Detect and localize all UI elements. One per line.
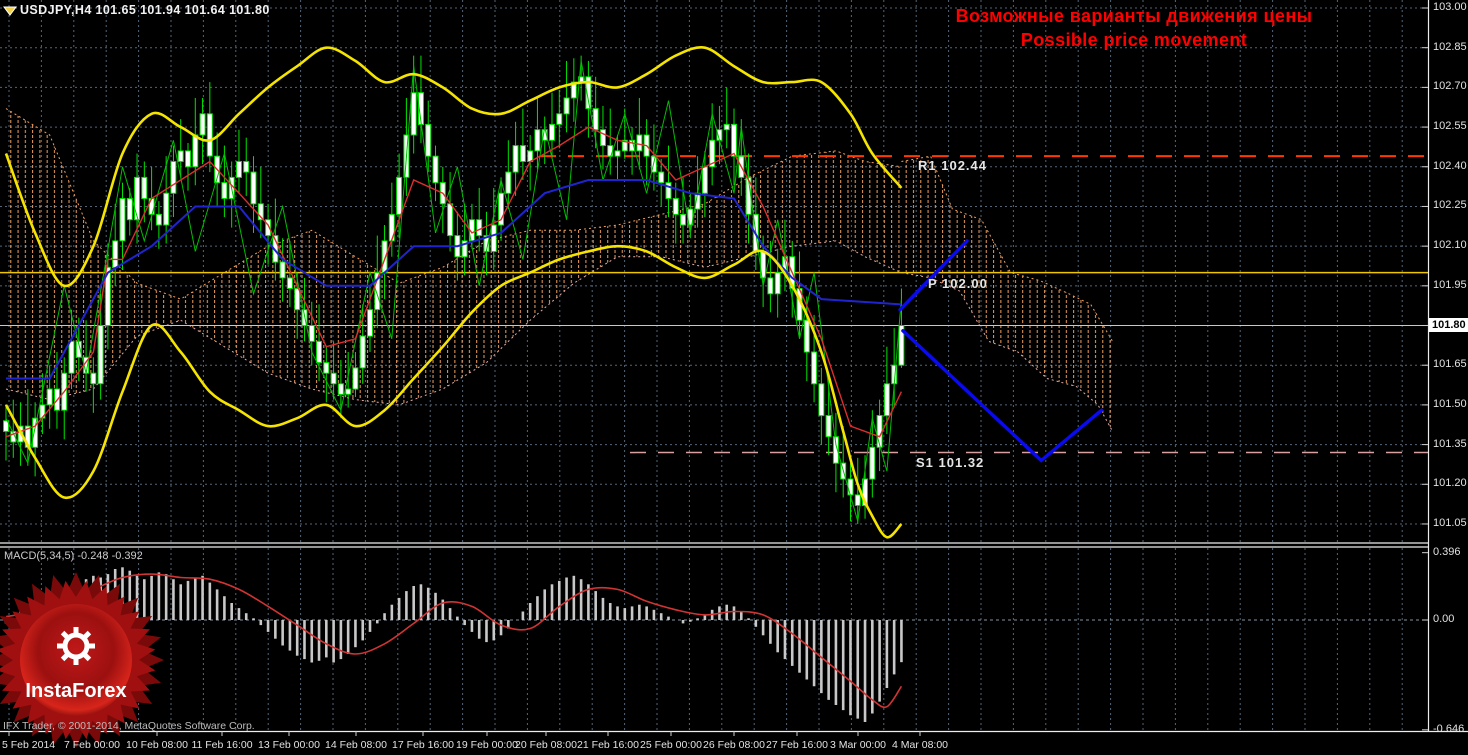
price-tick-label: 101.05 bbox=[1433, 516, 1467, 529]
price-tick-label: 102.40 bbox=[1433, 159, 1467, 172]
symbol-arrow-icon bbox=[3, 4, 17, 22]
analyst-annotation: Возможные варианты движения цены Possibl… bbox=[948, 6, 1320, 51]
time-tick-label: 11 Feb 16:00 bbox=[191, 739, 253, 751]
price-tick-label: 101.35 bbox=[1433, 437, 1467, 450]
macd-indicator-label: MACD(5,34,5) -0.248 -0.392 bbox=[4, 550, 143, 562]
time-tick-label: 25 Feb 00:00 bbox=[640, 739, 702, 751]
annotation-line-en: Possible price movement bbox=[1020, 30, 1248, 50]
price-tick-label: 102.85 bbox=[1433, 40, 1467, 53]
time-tick-label: 4 Mar 08:00 bbox=[891, 739, 949, 751]
time-tick-label: 27 Feb 16:00 bbox=[766, 739, 828, 751]
annotation-line-ru: Возможные варианты движения цены bbox=[955, 6, 1313, 26]
price-tick-label: 102.55 bbox=[1433, 120, 1467, 133]
mt4-chart-window: InstaForex USDJPY,H4 101.65 101.94 101.6… bbox=[0, 0, 1468, 755]
price-tick-label: 101.20 bbox=[1433, 477, 1467, 490]
price-tick-label: 102.25 bbox=[1433, 199, 1467, 212]
level-label-s1: S1 101.32 bbox=[916, 455, 985, 470]
time-tick-label: 7 Feb 00:00 bbox=[63, 739, 121, 751]
time-tick-label: 3 Mar 00:00 bbox=[829, 739, 887, 751]
price-tick-label: 101.95 bbox=[1433, 278, 1467, 291]
time-tick-label: 20 Feb 08:00 bbox=[515, 739, 577, 751]
price-tick-label: 102.10 bbox=[1433, 239, 1467, 252]
macd-tick-label: 0.396 bbox=[1433, 545, 1461, 558]
time-tick-label: 14 Feb 08:00 bbox=[325, 739, 387, 751]
time-tick-label: 10 Feb 08:00 bbox=[126, 739, 188, 751]
price-chart-canvas[interactable]: InstaForex bbox=[0, 0, 1468, 755]
time-tick-label: 13 Feb 00:00 bbox=[258, 739, 320, 751]
price-tick-label: 101.50 bbox=[1433, 397, 1467, 410]
time-tick-label: 19 Feb 00:00 bbox=[456, 739, 518, 751]
time-tick-label: 21 Feb 16:00 bbox=[577, 739, 639, 751]
time-tick-label: 26 Feb 08:00 bbox=[703, 739, 765, 751]
symbol-ohlc-header: USDJPY,H4 101.65 101.94 101.64 101.80 bbox=[20, 3, 270, 17]
price-tick-label: 101.65 bbox=[1433, 358, 1467, 371]
level-label-r1: R1 102.44 bbox=[918, 158, 987, 173]
time-tick-label: 5 Feb 2014 bbox=[2, 739, 56, 751]
current-price-badge: 101.80 bbox=[1429, 318, 1468, 332]
instaforex-logo-text: InstaForex bbox=[25, 680, 126, 702]
level-label-pivot: P 102.00 bbox=[928, 276, 988, 291]
price-tick-label: 103.00 bbox=[1433, 1, 1467, 13]
price-tick-label: 102.70 bbox=[1433, 80, 1467, 93]
macd-tick-label: -0.646 bbox=[1433, 722, 1465, 735]
macd-tick-label: 0.00 bbox=[1433, 613, 1455, 625]
copyright-text: IFX Trader, © 2001-2014, MetaQuotes Soft… bbox=[3, 720, 255, 732]
time-tick-label: 17 Feb 16:00 bbox=[392, 739, 454, 751]
